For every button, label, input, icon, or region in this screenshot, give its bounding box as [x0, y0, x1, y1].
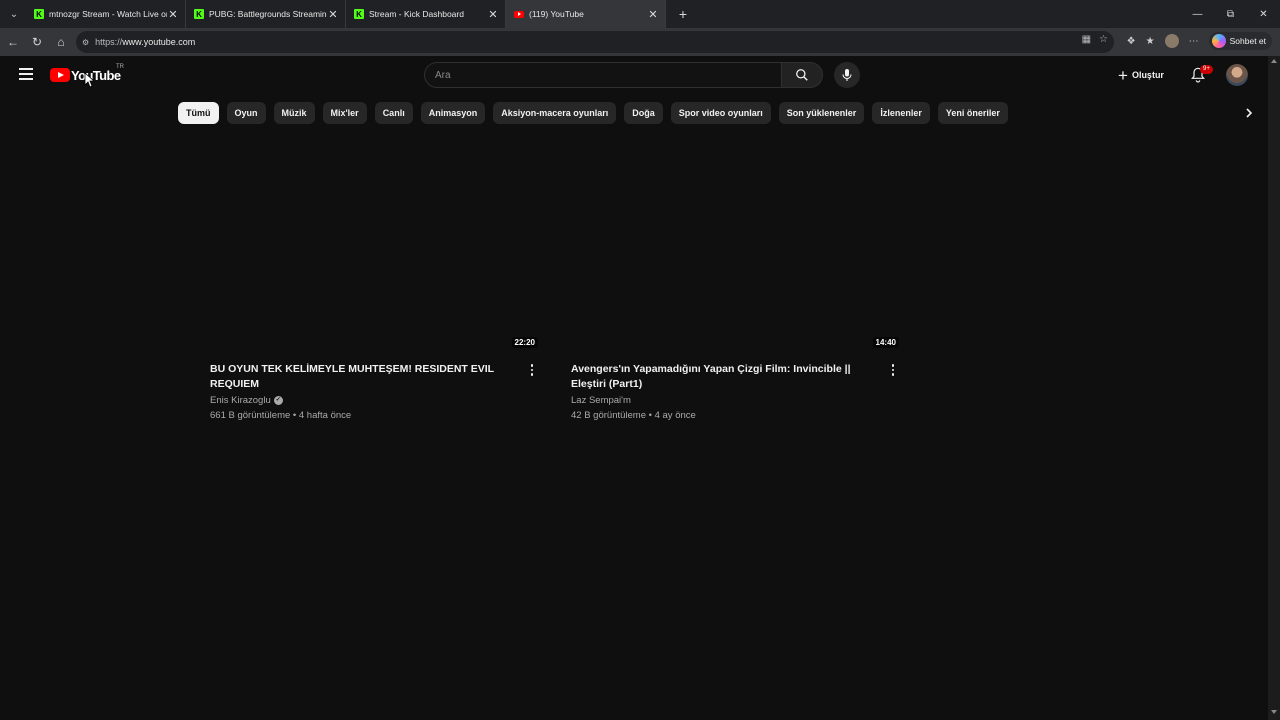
video-more-options-icon[interactable]: [885, 362, 901, 378]
app-available-icon[interactable]: ▦: [1082, 34, 1091, 45]
youtube-header: YouTube TR + Oluştur 9+: [0, 56, 1268, 94]
filter-chips-bar: Tümü Oyun Müzik Mix'ler Canlı Animasyon Aksiyo…: [178, 102, 1008, 124]
url-host: www.youtube.com: [122, 37, 196, 47]
filter-chip[interactable]: Canlı: [374, 102, 413, 124]
back-icon[interactable]: ←: [1, 30, 25, 54]
channel-name-row: Laz Sempai'm: [571, 393, 879, 408]
browser-toolbar: ← ↻ ⌂ ⚙ https://www.youtube.com ▦ ☆ ❖ ★ …: [0, 28, 1280, 56]
kick-icon: K: [354, 9, 364, 19]
kick-icon: K: [34, 9, 44, 19]
account-avatar[interactable]: [1226, 64, 1248, 86]
tab-title: (119) YouTube: [529, 9, 584, 19]
url-scheme: https://: [95, 37, 123, 47]
menu-icon[interactable]: [19, 68, 33, 80]
video-duration: 22:20: [511, 337, 538, 348]
filter-chip[interactable]: Mix'ler: [322, 102, 367, 124]
favorite-star-icon[interactable]: ☆: [1099, 34, 1108, 45]
minimize-icon[interactable]: —: [1181, 0, 1214, 28]
address-bar[interactable]: ⚙ https://www.youtube.com ▦ ☆: [76, 31, 1114, 53]
page-scrollbar[interactable]: [1268, 56, 1280, 720]
create-label: Oluştur: [1131, 70, 1164, 80]
video-card[interactable]: 22:20 BU OYUN TEK KELİMEYLE MUHTEŞEM! RE…: [200, 132, 542, 423]
filter-chip[interactable]: Doğa: [624, 102, 663, 124]
home-icon[interactable]: ⌂: [49, 30, 73, 54]
profile-icon[interactable]: [1164, 34, 1179, 48]
close-tab-icon[interactable]: ✕: [487, 8, 499, 21]
scroll-down-icon[interactable]: [1271, 710, 1277, 714]
copilot-label: Sohbet et: [1229, 36, 1266, 46]
video-stats: 661 B görüntüleme • 4 hafta önce: [210, 410, 352, 421]
channel-name-row: Enis Kirazoglu ✓: [210, 393, 518, 408]
copilot-button[interactable]: Sohbet et: [1208, 32, 1272, 50]
app-window: ⌄ K mtnozgr Stream - Watch Live on K ✕ K…: [0, 0, 1280, 720]
filter-chip[interactable]: Oyun: [226, 102, 266, 124]
search-button[interactable]: [781, 62, 823, 88]
video-card[interactable]: 14:40 Avengers'ın Yapamadığını Yapan Çiz…: [561, 132, 903, 423]
create-button[interactable]: + Oluştur: [1114, 63, 1172, 87]
close-tab-icon[interactable]: ✕: [327, 8, 339, 21]
filter-chip[interactable]: Tümü: [178, 102, 219, 124]
site-info-icon[interactable]: ⚙: [82, 38, 89, 47]
tab-title: PUBG: Battlegrounds Streaming -: [209, 9, 327, 19]
window-controls: — ⧉ ✕: [1181, 0, 1280, 28]
filter-chip[interactable]: Animasyon: [420, 102, 486, 124]
video-title[interactable]: BU OYUN TEK KELİMEYLE MUHTEŞEM! RESIDENT…: [210, 362, 518, 392]
plus-icon: +: [1118, 65, 1128, 85]
close-window-icon[interactable]: ✕: [1247, 0, 1280, 28]
notification-badge: 9+: [1200, 65, 1213, 74]
video-stats: 42 B görüntüleme • 4 ay önce: [571, 410, 696, 421]
verified-check-icon: ✓: [273, 396, 283, 405]
refresh-icon[interactable]: ↻: [25, 30, 49, 54]
youtube-play-icon: [50, 68, 70, 82]
scroll-up-icon[interactable]: [1271, 59, 1277, 63]
extensions-icon[interactable]: ❖: [1127, 36, 1136, 47]
search-bar: [424, 62, 782, 88]
filter-chip[interactable]: Yeni öneriler: [937, 102, 1008, 124]
country-code: TR: [116, 64, 124, 70]
filter-chip[interactable]: Müzik: [273, 102, 315, 124]
video-duration: 14:40: [872, 337, 899, 348]
voice-search-button[interactable]: [834, 62, 860, 88]
kick-icon: K: [194, 9, 204, 19]
search-input[interactable]: [435, 69, 782, 81]
video-meta: Avengers'ın Yapamadığını Yapan Çizgi Fil…: [561, 350, 903, 423]
browser-tab-kick-dashboard[interactable]: K Stream - Kick Dashboard ✕: [346, 0, 506, 28]
more-options-icon[interactable]: ⋯: [1189, 36, 1199, 47]
video-thumbnail[interactable]: 22:20: [200, 132, 542, 350]
browser-tab-youtube[interactable]: (119) YouTube ✕: [506, 0, 666, 28]
search-icon: [796, 69, 808, 81]
video-meta: BU OYUN TEK KELİMEYLE MUHTEŞEM! RESIDENT…: [200, 350, 542, 423]
filter-chip[interactable]: İzlenenler: [872, 102, 930, 124]
restore-icon[interactable]: ⧉: [1214, 0, 1247, 28]
video-more-options-icon[interactable]: [524, 362, 540, 378]
video-thumbnail[interactable]: 14:40: [561, 132, 903, 350]
filter-chip[interactable]: Spor video oyunları: [670, 102, 771, 124]
channel-name[interactable]: Laz Sempai'm: [571, 393, 631, 408]
microphone-icon: [842, 69, 852, 81]
video-title[interactable]: Avengers'ın Yapamadığını Yapan Çizgi Fil…: [571, 362, 879, 392]
youtube-wordmark: YouTube: [71, 67, 121, 83]
chips-next-icon[interactable]: [1240, 104, 1258, 122]
youtube-icon: [514, 10, 524, 18]
browser-tab-pubg[interactable]: K PUBG: Battlegrounds Streaming - ✕: [186, 0, 346, 28]
close-tab-icon[interactable]: ✕: [167, 8, 179, 21]
toolbar-right: ❖ ★ ⋯ Sohbet et: [1127, 32, 1272, 50]
mouse-cursor-icon: [84, 72, 94, 88]
browser-tab-bar: ⌄ K mtnozgr Stream - Watch Live on K ✕ K…: [0, 0, 1280, 28]
new-tab-icon[interactable]: +: [672, 6, 694, 22]
filter-chip[interactable]: Son yüklenenler: [778, 102, 865, 124]
close-tab-icon[interactable]: ✕: [647, 8, 659, 21]
tab-actions-menu-icon[interactable]: ⌄: [2, 3, 26, 25]
browser-tab-kick-stream[interactable]: K mtnozgr Stream - Watch Live on K ✕: [26, 0, 186, 28]
tab-title: mtnozgr Stream - Watch Live on K: [49, 9, 167, 19]
channel-name[interactable]: Enis Kirazoglu: [210, 393, 271, 408]
tab-title: Stream - Kick Dashboard: [369, 9, 464, 19]
favorites-icon[interactable]: ★: [1146, 36, 1155, 47]
filter-chip[interactable]: Aksiyon-macera oyunları: [493, 102, 617, 124]
copilot-icon: [1211, 34, 1226, 48]
